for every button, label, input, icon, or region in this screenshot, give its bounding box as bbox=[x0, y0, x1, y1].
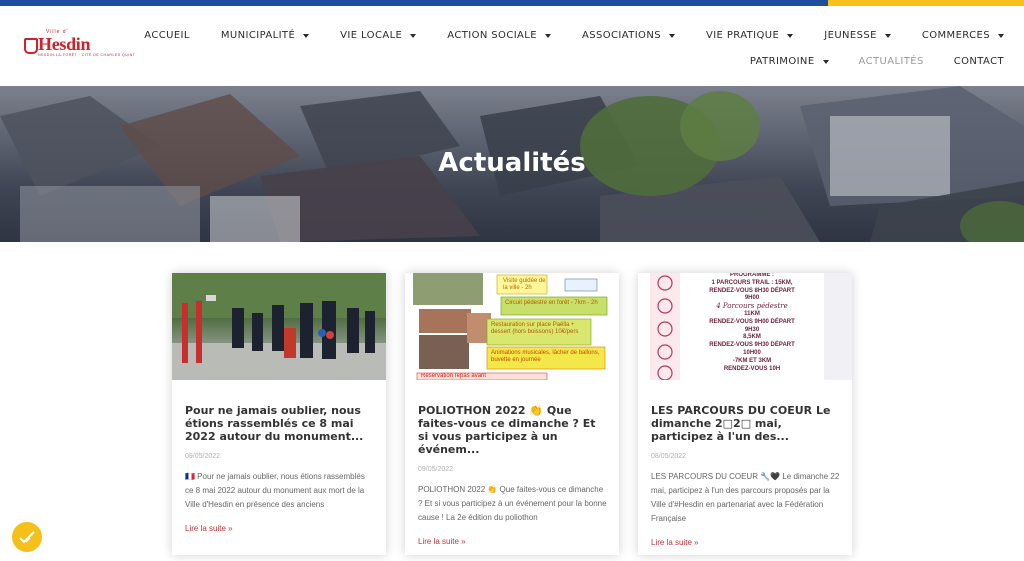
site-header: Ville d' Hesdin HESDIN-LA-FORÊT · CITÉ D… bbox=[0, 6, 1024, 86]
post-thumbnail-1[interactable] bbox=[172, 273, 386, 380]
thumb3-line: PROGRAMME : bbox=[730, 273, 774, 278]
thumb2-note-3: Restauration sur place Paëlla + dessert … bbox=[491, 322, 579, 335]
page-title: Actualités bbox=[438, 148, 586, 178]
post-date-3: 08/05/2022 bbox=[651, 453, 687, 460]
nav-item-commerces[interactable]: COMMERCES bbox=[922, 30, 1004, 41]
thumb3-line: -7KM ET 3KM bbox=[732, 357, 772, 364]
nav-item-label: JEUNESSE bbox=[824, 30, 877, 41]
nav-item-label: COMMERCES bbox=[921, 30, 990, 41]
nav-item-label: VIE PRATIQUE bbox=[705, 30, 780, 41]
nav-item-label: ASSOCIATIONS bbox=[581, 30, 661, 41]
nav-item-vie-pratique[interactable]: VIE PRATIQUE bbox=[705, 30, 794, 41]
thumb2-note-2: Circuit pédestre en forêt - 7km - 2h bbox=[505, 300, 598, 306]
check-mark-icon bbox=[19, 531, 35, 544]
thumb3-line: 8,5KM bbox=[743, 334, 761, 341]
nav-item-label: ACTION SOCIALE bbox=[447, 30, 537, 41]
chevron-down-icon bbox=[998, 33, 1004, 38]
post-date-1: 09/05/2022 bbox=[185, 453, 221, 460]
thumb3-line: 11KM bbox=[744, 310, 760, 317]
thumb3-line: 1 PARCOURS TRAIL : 15KM, bbox=[711, 279, 793, 286]
nav-item-accueil[interactable]: ACCUEIL bbox=[144, 30, 190, 41]
thumb3-line: RENDEZ-VOUS 9H30 DÉPART bbox=[709, 342, 795, 349]
nav-item-label: ACTUALITÉS bbox=[858, 56, 924, 67]
post-title-2[interactable]: POLIOTHON 2022 👏 Que faites-vous ce dima… bbox=[418, 404, 607, 456]
thumb3-line: 9H30 bbox=[744, 326, 760, 333]
chevron-down-icon bbox=[884, 33, 891, 38]
main-nav-row-2: PATRIMOINE ACTUALITÉS CONTACT bbox=[720, 56, 1004, 67]
post-card-1: Pour ne jamais oublier, nous étions rass… bbox=[172, 273, 386, 555]
post-card-2: Visite guidée de la ville - 2h Circuit p… bbox=[405, 273, 619, 555]
nav-item-actualités[interactable]: ACTUALITÉS bbox=[859, 56, 924, 67]
shield-icon bbox=[22, 36, 38, 54]
nav-item-contact[interactable]: CONTACT bbox=[954, 56, 1004, 67]
post-thumbnail-2[interactable]: Visite guidée de la ville - 2h Circuit p… bbox=[405, 273, 619, 380]
post-title-3[interactable]: LES PARCOURS DU COEUR Le dimanche 2□2□ m… bbox=[651, 404, 840, 443]
chevron-down-icon bbox=[544, 33, 551, 38]
thumb3-line: 10H00 bbox=[743, 349, 761, 356]
thumb2-note-5: Réservation repas avant bbox=[421, 373, 487, 379]
nav-item-label: VIE LOCALE bbox=[340, 30, 403, 41]
thumb3-line: RENDEZ-VOUS 9H00 DÉPART bbox=[709, 318, 795, 325]
nav-item-label: ACCUEIL bbox=[144, 30, 190, 41]
hero-banner: Actualités bbox=[0, 86, 1024, 242]
nav-item-municipalité[interactable]: MUNICIPALITÉ bbox=[220, 30, 310, 41]
read-more-link-2[interactable]: Lire la suite » bbox=[418, 537, 466, 546]
main-nav-row-1: ACCUEIL MUNICIPALITÉ VIE LOCALE ACTION SOCI… bbox=[113, 30, 1004, 41]
nav-item-associations[interactable]: ASSOCIATIONS bbox=[582, 30, 675, 41]
nav-item-label: PATRIMOINE bbox=[749, 56, 815, 67]
thumb3-program: PROGRAMME :1 PARCOURS TRAIL : 15KM, RENDE… bbox=[682, 273, 822, 373]
chevron-down-icon bbox=[410, 33, 417, 38]
nav-item-label: MUNICIPALITÉ bbox=[220, 30, 296, 41]
post-excerpt-3: LES PARCOURS DU COEUR 🔧🖤 Le dimanche 22 … bbox=[651, 472, 840, 523]
thumb2-note-1: Visite guidée de la ville - 2h bbox=[503, 278, 546, 291]
post-thumbnail-3[interactable]: PROGRAMME :1 PARCOURS TRAIL : 15KM, RENDE… bbox=[638, 273, 852, 380]
chevron-down-icon bbox=[787, 33, 794, 38]
thumb3-line: RENDEZ-VOUS 8H30 DÉPART bbox=[709, 287, 795, 294]
nav-item-action-sociale[interactable]: ACTION SOCIALE bbox=[447, 30, 551, 41]
nav-item-jeunesse[interactable]: JEUNESSE bbox=[824, 30, 891, 41]
read-more-link-1[interactable]: Lire la suite » bbox=[185, 524, 233, 533]
chevron-down-icon bbox=[303, 33, 310, 38]
thumb3-line: RENDEZ-VOUS 10H bbox=[723, 365, 781, 372]
logo-tagline: HESDIN-LA-FORÊT · CITÉ DE CHARLES QUINT bbox=[38, 53, 136, 57]
post-date-2: 09/05/2022 bbox=[418, 466, 454, 473]
read-more-link-3[interactable]: Lire la suite » bbox=[651, 538, 699, 547]
chevron-down-icon bbox=[822, 59, 829, 64]
nav-item-patrimoine[interactable]: PATRIMOINE bbox=[750, 56, 829, 67]
thumb2-note-4: Animations musicales, lâcher de ballons,… bbox=[491, 350, 600, 363]
post-excerpt-1: 🇫🇷 Pour ne jamais oublier, nous étions r… bbox=[185, 472, 365, 509]
thumb3-line: 4 Parcours pédestre bbox=[716, 302, 788, 311]
post-excerpt-2: POLIOTHON 2022 👏 Que faites-vous ce dima… bbox=[418, 485, 607, 522]
nav-item-vie-locale[interactable]: VIE LOCALE bbox=[340, 30, 417, 41]
chevron-down-icon bbox=[668, 33, 675, 38]
nav-item-label: CONTACT bbox=[953, 56, 1004, 67]
post-card-3: PROGRAMME :1 PARCOURS TRAIL : 15KM, RENDE… bbox=[638, 273, 852, 555]
accessibility-badge[interactable] bbox=[12, 522, 42, 552]
post-title-1[interactable]: Pour ne jamais oublier, nous étions rass… bbox=[185, 404, 374, 443]
